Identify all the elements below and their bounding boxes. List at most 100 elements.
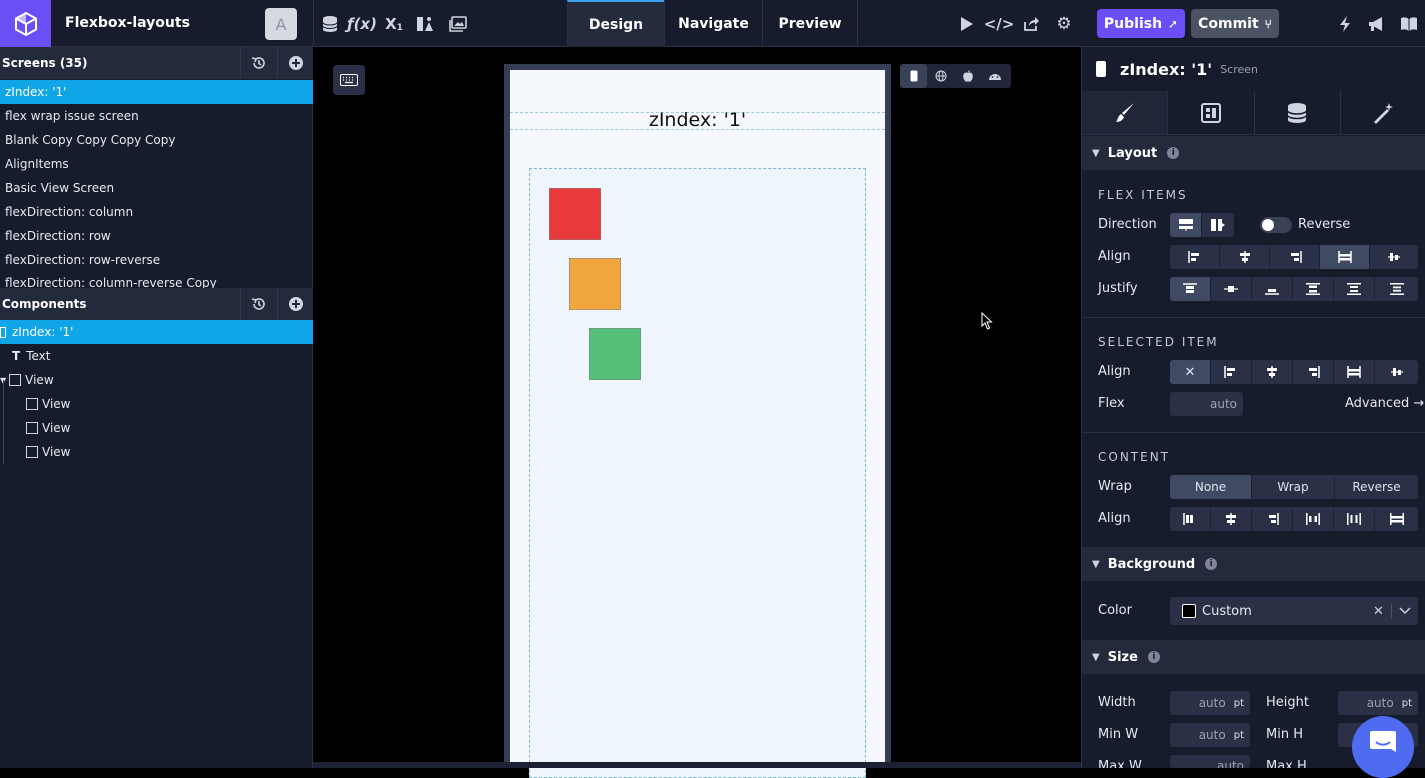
- align-end-icon[interactable]: [1270, 245, 1320, 269]
- height-input[interactable]: auto pt: [1338, 691, 1418, 715]
- component-item[interactable]: T Text: [0, 344, 313, 368]
- avatar[interactable]: A: [265, 8, 297, 40]
- subscript-icon[interactable]: X1: [384, 14, 404, 34]
- database-icon[interactable]: [320, 14, 340, 34]
- app-logo[interactable]: [0, 0, 51, 47]
- max-width-input[interactable]: auto: [1170, 755, 1250, 768]
- book-icon[interactable]: [1399, 14, 1419, 34]
- background-color-select[interactable]: Custom ✕: [1170, 597, 1418, 625]
- megaphone-icon[interactable]: [1366, 14, 1386, 34]
- align-start-icon[interactable]: [1170, 245, 1220, 269]
- align-content-space-around-icon[interactable]: [1334, 507, 1375, 531]
- align-stretch-icon[interactable]: [1320, 245, 1370, 269]
- tab-interactions[interactable]: [1341, 91, 1425, 134]
- unit-pt[interactable]: pt: [1402, 698, 1412, 709]
- align-self-stretch-icon[interactable]: [1334, 360, 1375, 384]
- apple-icon[interactable]: [954, 64, 981, 88]
- justify-start-icon[interactable]: [1170, 277, 1211, 301]
- align-self-end-icon[interactable]: [1293, 360, 1334, 384]
- phone-icon[interactable]: [900, 64, 927, 88]
- size-group-header[interactable]: ▼ Size i: [1082, 640, 1425, 674]
- clear-icon[interactable]: ✕: [1366, 603, 1392, 619]
- tab-style[interactable]: [1082, 91, 1169, 134]
- component-item[interactable]: ▼ View: [0, 368, 313, 392]
- orange-view[interactable]: [569, 258, 621, 310]
- align-content-start-icon[interactable]: [1170, 507, 1211, 531]
- direction-column-icon[interactable]: [1170, 213, 1202, 237]
- code-icon[interactable]: </>: [984, 14, 1015, 34]
- color-swatch[interactable]: [1182, 604, 1196, 618]
- chevron-down-icon[interactable]: [1392, 607, 1418, 615]
- align-baseline-icon[interactable]: [1370, 245, 1418, 269]
- screen-item[interactable]: Blank Copy Copy Copy Copy: [0, 128, 313, 152]
- justify-center-icon[interactable]: [1211, 277, 1252, 301]
- project-name[interactable]: Flexbox-layouts: [65, 15, 190, 31]
- red-view[interactable]: [549, 188, 601, 240]
- min-width-input[interactable]: auto pt: [1170, 723, 1250, 747]
- align-self-center-icon[interactable]: [1252, 360, 1293, 384]
- tab-data[interactable]: [1255, 91, 1341, 134]
- component-item[interactable]: View: [0, 392, 313, 416]
- wrap-none-option[interactable]: None: [1170, 475, 1252, 499]
- wrap-wrap-option[interactable]: Wrap: [1252, 475, 1335, 499]
- component-item[interactable]: View: [0, 440, 313, 464]
- screen-item[interactable]: zIndex: '1': [0, 80, 313, 104]
- add-screen-icon[interactable]: [277, 47, 313, 79]
- unit-pt[interactable]: pt: [1234, 730, 1244, 741]
- green-view[interactable]: [589, 328, 641, 380]
- layout-group-header[interactable]: ▼ Layout i: [1082, 136, 1425, 170]
- tab-design[interactable]: Design: [567, 0, 664, 47]
- info-icon[interactable]: i: [1205, 558, 1218, 570]
- tab-layout-settings[interactable]: [1168, 91, 1255, 134]
- gear-icon[interactable]: ⚙: [1054, 14, 1074, 34]
- publish-button[interactable]: Publish ➚: [1097, 9, 1185, 38]
- direction-row-icon[interactable]: [1202, 213, 1234, 237]
- info-icon[interactable]: i: [1167, 147, 1180, 159]
- unit-pt[interactable]: pt: [1234, 698, 1244, 709]
- screen-item[interactable]: flexDirection: column-reverse Copy: [0, 272, 313, 288]
- screen-item[interactable]: flex wrap issue screen: [0, 104, 313, 128]
- align-self-baseline-icon[interactable]: [1375, 360, 1418, 384]
- component-item[interactable]: View: [0, 416, 313, 440]
- width-input[interactable]: auto pt: [1170, 691, 1250, 715]
- history-icon[interactable]: [240, 288, 276, 320]
- globe-icon[interactable]: [927, 64, 954, 88]
- function-icon[interactable]: ƒ(x): [347, 14, 377, 34]
- advanced-link[interactable]: Advanced →: [1345, 396, 1424, 411]
- reverse-toggle[interactable]: [1260, 217, 1292, 233]
- image-icon[interactable]: [448, 14, 468, 34]
- commit-button[interactable]: Commit ⑂: [1191, 9, 1279, 38]
- component-item[interactable]: zIndex: '1': [0, 320, 313, 344]
- background-group-header[interactable]: ▼ Background i: [1082, 547, 1425, 581]
- keyboard-icon[interactable]: [333, 65, 365, 95]
- wrap-reverse-option[interactable]: Reverse: [1335, 475, 1418, 499]
- lightning-icon[interactable]: [1335, 14, 1355, 34]
- screen-title-text[interactable]: zIndex: '1': [510, 109, 885, 131]
- chat-launcher-button[interactable]: [1352, 716, 1414, 778]
- screen-item[interactable]: flexDirection: row-reverse: [0, 248, 313, 272]
- container-view[interactable]: [529, 168, 866, 778]
- justify-space-between-icon[interactable]: [1293, 277, 1334, 301]
- align-center-icon[interactable]: [1220, 245, 1270, 269]
- align-content-center-icon[interactable]: [1211, 507, 1252, 531]
- screen-item[interactable]: AlignItems: [0, 152, 313, 176]
- align-self-start-icon[interactable]: [1211, 360, 1252, 384]
- canvas-scrollbar[interactable]: [313, 762, 1081, 768]
- android-icon[interactable]: [981, 64, 1008, 88]
- screen-item[interactable]: flexDirection: column: [0, 200, 313, 224]
- assets-icon[interactable]: [415, 14, 435, 34]
- justify-space-around-icon[interactable]: [1334, 277, 1375, 301]
- flex-input[interactable]: auto: [1170, 392, 1243, 416]
- play-icon[interactable]: [957, 14, 977, 34]
- screen-item[interactable]: flexDirection: row: [0, 224, 313, 248]
- align-content-stretch-icon[interactable]: [1375, 507, 1418, 531]
- tab-preview[interactable]: Preview: [762, 0, 858, 47]
- justify-end-icon[interactable]: [1252, 277, 1293, 301]
- justify-space-evenly-icon[interactable]: [1375, 277, 1418, 301]
- screen-item[interactable]: Basic View Screen: [0, 176, 313, 200]
- share-icon[interactable]: [1021, 14, 1041, 34]
- info-icon[interactable]: i: [1147, 651, 1160, 663]
- add-component-icon[interactable]: [277, 288, 313, 320]
- align-content-space-between-icon[interactable]: [1293, 507, 1334, 531]
- history-icon[interactable]: [240, 47, 276, 79]
